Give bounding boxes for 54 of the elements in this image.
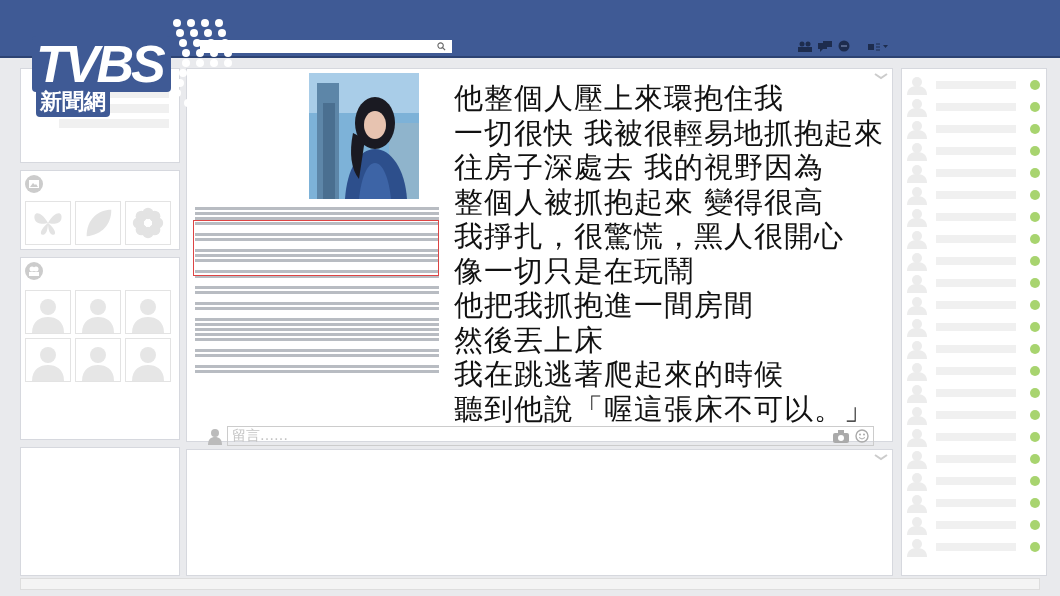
logo-subtitle: 新聞網 xyxy=(36,88,110,117)
online-dot xyxy=(1030,432,1040,442)
online-dot xyxy=(1030,278,1040,288)
caption-line: 他把我抓抱進一間房間 xyxy=(454,288,755,323)
online-dot xyxy=(1030,256,1040,266)
online-dot xyxy=(1030,124,1040,134)
caption-line: 我掙扎，很驚慌，黑人很開心 xyxy=(454,219,845,254)
caption-line: 像一切只是在玩鬧 xyxy=(454,253,695,288)
online-dot xyxy=(1030,410,1040,420)
camera-icon[interactable] xyxy=(833,429,849,443)
avatar-icon xyxy=(75,338,121,382)
flower-icon xyxy=(125,201,171,245)
online-dot xyxy=(1030,102,1040,112)
photo-icon xyxy=(25,175,43,193)
butterfly-icon xyxy=(25,201,71,245)
online-dot xyxy=(1030,542,1040,552)
caption-line: 我在跳逃著爬起來的時候 xyxy=(454,357,785,392)
online-dot xyxy=(1030,454,1040,464)
online-dot xyxy=(1030,80,1040,90)
online-dot xyxy=(1030,498,1040,508)
online-dot xyxy=(1030,344,1040,354)
smiley-icon[interactable] xyxy=(855,429,869,443)
caption-line: 他整個人壓上來環抱住我 xyxy=(454,81,785,116)
avatar-icon xyxy=(207,427,223,445)
avatar-icon xyxy=(25,338,71,382)
leaf-icon xyxy=(75,201,121,245)
online-dot xyxy=(1030,168,1040,178)
messages-icon[interactable] xyxy=(818,40,832,52)
caption-line: 一切很快 我被很輕易地抓抱起來 xyxy=(454,115,885,150)
search-field[interactable] xyxy=(200,39,452,53)
online-dot xyxy=(1030,388,1040,398)
avatar-icon xyxy=(75,290,121,334)
online-dot xyxy=(1030,322,1040,332)
avatar-icon xyxy=(125,338,171,382)
online-dot xyxy=(1030,212,1040,222)
caption-line: 聽到他說「喔這張床不可以。」 xyxy=(454,391,875,426)
chevron-icon[interactable] xyxy=(874,73,888,80)
online-dot xyxy=(1030,520,1040,530)
search-icon xyxy=(437,41,446,51)
friends-icon xyxy=(25,262,43,280)
caption-line: 整個人被抓抱起來 變得很高 xyxy=(454,184,826,219)
avatar-icon xyxy=(125,290,171,334)
online-dot xyxy=(1030,146,1040,156)
avatar-icon xyxy=(25,290,71,334)
online-dot xyxy=(1030,366,1040,376)
online-dot xyxy=(1030,234,1040,244)
friends-icon[interactable] xyxy=(798,40,812,52)
online-dot xyxy=(1030,300,1040,310)
caption-line: 然後丟上床 xyxy=(454,322,605,357)
online-dot xyxy=(1030,190,1040,200)
online-dot xyxy=(1030,476,1040,486)
caption-line: 往房子深處去 我的視野因為 xyxy=(454,150,826,185)
chevron-icon[interactable] xyxy=(874,454,888,461)
comment-field[interactable]: 留言…… xyxy=(227,426,874,446)
